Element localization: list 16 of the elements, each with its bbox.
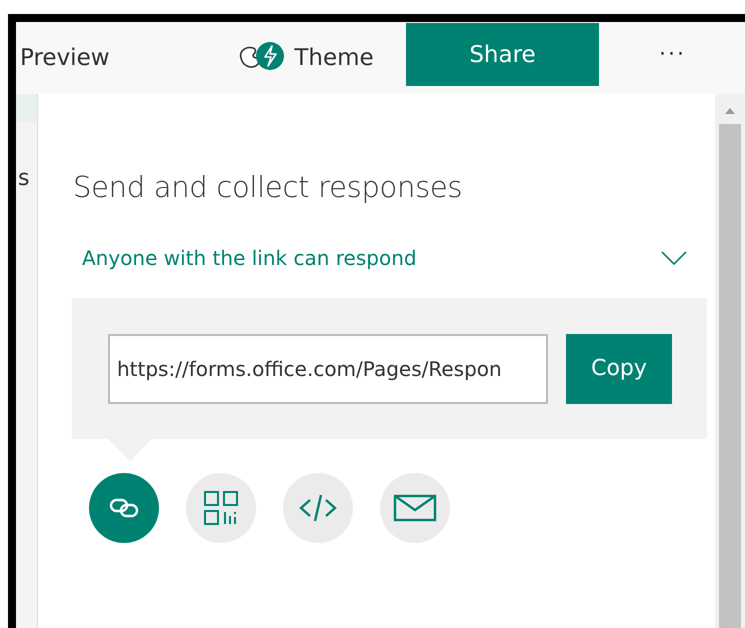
audience-dropdown[interactable]: Anyone with the link can respond — [73, 246, 687, 270]
theme-tab[interactable]: Theme — [206, 22, 406, 94]
preview-tab[interactable]: Preview — [16, 22, 206, 94]
scroll-up-icon[interactable] — [723, 106, 737, 116]
chevron-down-icon — [661, 251, 687, 265]
share-tab[interactable]: Share — [406, 23, 599, 86]
more-button[interactable]: ··· — [659, 42, 686, 66]
qr-code-icon — [203, 490, 239, 526]
code-icon — [298, 493, 338, 523]
mail-icon — [393, 494, 437, 522]
scrollbar-thumb[interactable] — [719, 124, 741, 628]
link-icon — [109, 497, 139, 519]
copy-button[interactable]: Copy — [566, 334, 672, 404]
partial-label: s — [17, 166, 30, 191]
panel-title: Send and collect responses — [73, 170, 464, 204]
link-field[interactable]: https://forms.office.com/Pages/Respon — [108, 334, 548, 404]
